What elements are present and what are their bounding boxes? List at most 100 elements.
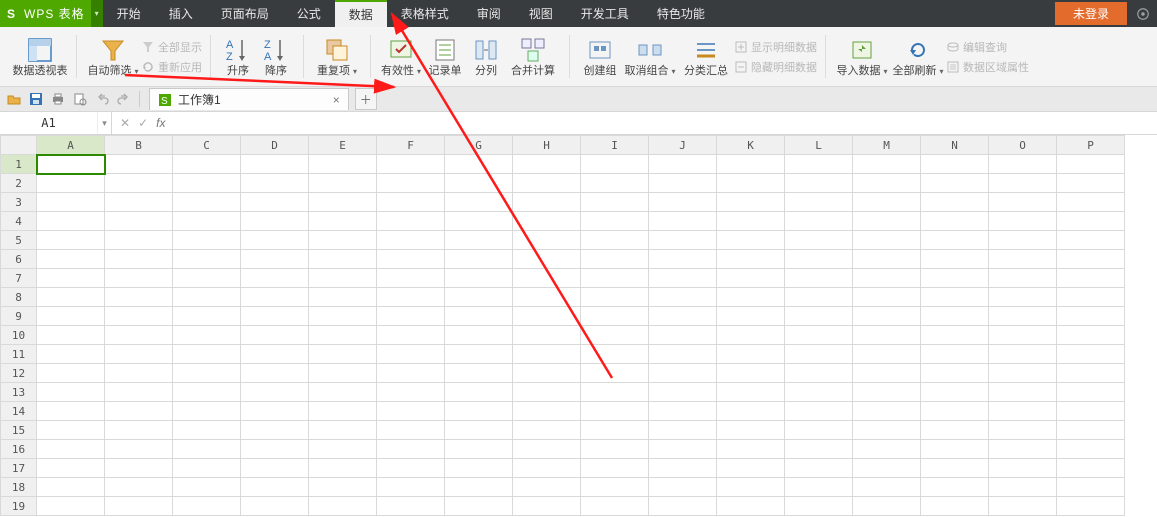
cell[interactable] [105,478,173,497]
cell[interactable] [105,440,173,459]
ungroup-button[interactable]: 取消组合 ▾ [622,36,678,77]
cell[interactable] [105,269,173,288]
cell[interactable] [173,288,241,307]
select-all-corner[interactable] [1,136,37,155]
cell[interactable] [989,421,1057,440]
cell[interactable] [377,345,445,364]
cell[interactable] [377,402,445,421]
cell[interactable] [581,345,649,364]
menu-insert[interactable]: 插入 [155,0,207,27]
cell[interactable] [785,345,853,364]
col-header[interactable]: O [989,136,1057,155]
cell[interactable] [921,326,989,345]
cell[interactable] [581,364,649,383]
cell[interactable] [513,307,581,326]
cell[interactable] [513,402,581,421]
cell[interactable] [785,326,853,345]
cell[interactable] [785,364,853,383]
form-button[interactable]: 记录单 [423,36,467,77]
col-header[interactable]: D [241,136,309,155]
cell[interactable] [173,231,241,250]
cell[interactable] [581,250,649,269]
cell[interactable] [649,326,717,345]
cell[interactable] [377,231,445,250]
cell[interactable] [853,155,921,174]
cell[interactable] [309,269,377,288]
col-header[interactable]: J [649,136,717,155]
cell[interactable] [921,478,989,497]
cell[interactable] [513,193,581,212]
cell[interactable] [649,345,717,364]
cell[interactable] [717,421,785,440]
cell[interactable] [649,459,717,478]
cell[interactable] [785,478,853,497]
cell[interactable] [1057,250,1125,269]
cell[interactable] [1057,288,1125,307]
cell[interactable] [1057,383,1125,402]
cell[interactable] [1057,174,1125,193]
menu-data[interactable]: 数据 [335,0,387,27]
cell[interactable] [173,174,241,193]
print-preview-button[interactable] [70,89,90,109]
cell[interactable] [649,269,717,288]
cell[interactable] [785,193,853,212]
edit-query-button[interactable]: 编辑查询 [946,39,1029,55]
cell[interactable] [1057,440,1125,459]
cell[interactable] [445,231,513,250]
cell[interactable] [785,440,853,459]
cell[interactable] [309,288,377,307]
cell[interactable] [989,212,1057,231]
cell[interactable] [37,402,105,421]
cell[interactable] [921,364,989,383]
import-data-button[interactable]: 导入数据 ▾ [834,36,890,77]
col-header[interactable]: H [513,136,581,155]
cell[interactable] [785,497,853,516]
cell[interactable] [785,269,853,288]
cell[interactable] [241,440,309,459]
cell[interactable] [37,269,105,288]
cell[interactable] [1057,193,1125,212]
cell[interactable] [241,497,309,516]
cell[interactable] [989,269,1057,288]
cell[interactable] [377,364,445,383]
cell[interactable] [173,345,241,364]
cell[interactable] [853,383,921,402]
row-header[interactable]: 16 [1,440,37,459]
cell[interactable] [377,383,445,402]
cell[interactable] [105,193,173,212]
cell[interactable] [37,459,105,478]
cell[interactable] [513,269,581,288]
cell[interactable] [377,478,445,497]
cell[interactable] [921,269,989,288]
cell[interactable] [581,307,649,326]
cell[interactable] [105,307,173,326]
row-header[interactable]: 17 [1,459,37,478]
cell[interactable] [785,231,853,250]
cell[interactable] [377,440,445,459]
cell[interactable] [377,212,445,231]
cell[interactable] [921,193,989,212]
cell[interactable] [241,231,309,250]
cell[interactable] [853,212,921,231]
cell[interactable] [921,212,989,231]
cell[interactable] [785,421,853,440]
cell[interactable] [989,497,1057,516]
cell[interactable] [513,459,581,478]
menu-pagelayout[interactable]: 页面布局 [207,0,283,27]
cell[interactable] [581,231,649,250]
cell[interactable] [37,193,105,212]
cell[interactable] [581,288,649,307]
cell[interactable] [717,288,785,307]
name-box-dropdown[interactable]: ▾ [97,112,111,134]
cell[interactable] [445,421,513,440]
cell[interactable] [309,497,377,516]
cell[interactable] [649,364,717,383]
cell[interactable] [989,478,1057,497]
consolidate-button[interactable]: 合并计算 [505,36,561,77]
cell[interactable] [785,250,853,269]
show-detail-button[interactable]: 显示明细数据 [734,39,817,55]
cell[interactable] [785,212,853,231]
cell[interactable] [853,231,921,250]
cell[interactable] [853,402,921,421]
login-button[interactable]: 未登录 [1055,2,1127,25]
